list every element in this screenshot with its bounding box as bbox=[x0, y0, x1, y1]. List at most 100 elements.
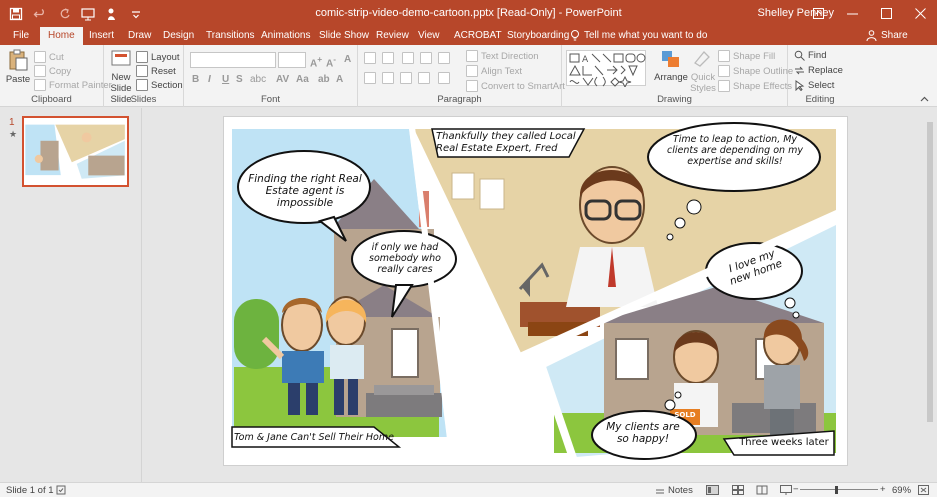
zoom-level[interactable]: 69% bbox=[892, 485, 911, 496]
lightbulb-icon bbox=[571, 30, 579, 41]
shape-effects-button[interactable]: Shape Effects bbox=[718, 80, 792, 92]
zoom-slider-track[interactable] bbox=[800, 489, 878, 490]
tab-slide-show[interactable]: Slide Show bbox=[319, 30, 369, 41]
tab-transitions[interactable]: Transitions bbox=[206, 30, 255, 41]
underline-button[interactable]: U bbox=[222, 74, 229, 85]
new-slide-label: New Slide bbox=[110, 72, 132, 94]
slide-sorter-button[interactable] bbox=[732, 485, 744, 495]
justify-button[interactable] bbox=[418, 72, 430, 84]
paragraph-group: Text Direction Align Text Convert to Sma… bbox=[358, 45, 565, 107]
line-spacing-button[interactable] bbox=[438, 52, 450, 64]
tab-review[interactable]: Review bbox=[376, 30, 409, 41]
fit-to-window-button[interactable] bbox=[918, 485, 929, 495]
align-center-button[interactable] bbox=[382, 72, 394, 84]
ribbon: Paste Cut Copy Format Painter Clipboard … bbox=[0, 45, 937, 107]
notes-button[interactable]: Notes bbox=[655, 485, 693, 496]
editing-group: Find Replace Select Editing bbox=[788, 45, 852, 107]
align-left-button[interactable] bbox=[364, 72, 376, 84]
tab-storyboarding[interactable]: Storyboarding bbox=[507, 30, 569, 41]
copy-icon bbox=[34, 65, 46, 77]
zoom-in-button[interactable]: + bbox=[880, 484, 886, 495]
reading-view-button[interactable] bbox=[756, 485, 768, 495]
scrollbar-thumb[interactable] bbox=[927, 122, 933, 422]
line-spacing-icon bbox=[438, 52, 450, 64]
share-button[interactable]: Share bbox=[866, 30, 908, 41]
numbering-button[interactable] bbox=[382, 52, 394, 64]
replace-button[interactable]: Replace bbox=[794, 65, 843, 76]
bullets-button[interactable] bbox=[364, 52, 376, 64]
maximize-icon bbox=[880, 8, 892, 19]
tell-me-search[interactable]: Tell me what you want to do bbox=[570, 30, 707, 41]
columns-button[interactable] bbox=[438, 72, 450, 84]
find-label: Find bbox=[808, 50, 827, 61]
slide-editing-area: Finding the right Real Estate agent is i… bbox=[143, 108, 937, 482]
tab-insert[interactable]: Insert bbox=[89, 30, 114, 41]
zoom-out-button[interactable]: − bbox=[793, 484, 799, 495]
font-name-box[interactable] bbox=[190, 52, 276, 68]
arrange-button[interactable]: Arrange bbox=[654, 49, 688, 83]
spellcheck-icon[interactable] bbox=[56, 485, 66, 495]
close-button[interactable] bbox=[903, 0, 937, 27]
find-button[interactable]: Find bbox=[794, 50, 826, 61]
align-text-button[interactable]: Align Text bbox=[466, 65, 522, 77]
status-bar: Slide 1 of 1 Notes − + 69% bbox=[0, 482, 937, 497]
shape-outline-button[interactable]: Shape Outline bbox=[718, 65, 793, 77]
decrease-indent-button[interactable] bbox=[402, 52, 414, 64]
cut-button[interactable]: Cut bbox=[34, 51, 64, 63]
normal-view-button[interactable] bbox=[706, 485, 719, 495]
reset-button[interactable]: Reset bbox=[136, 65, 176, 77]
tab-design[interactable]: Design bbox=[163, 30, 194, 41]
italic-button[interactable]: I bbox=[208, 74, 211, 85]
zoom-slider-knob[interactable] bbox=[835, 486, 838, 494]
text-shadow-button[interactable]: abc bbox=[250, 74, 266, 85]
shape-fill-button[interactable]: Shape Fill bbox=[718, 50, 775, 62]
svg-text:A: A bbox=[582, 55, 589, 65]
convert-smartart-button[interactable]: Convert to SmartArt bbox=[466, 80, 565, 92]
format-painter-button[interactable]: Format Painter bbox=[34, 79, 112, 91]
paragraph-group-label: Paragraph bbox=[437, 94, 482, 105]
bold-button[interactable]: B bbox=[192, 74, 199, 85]
strikethrough-button[interactable]: S bbox=[236, 74, 243, 85]
tab-acrobat[interactable]: ACROBAT bbox=[454, 30, 502, 41]
quick-styles-label-2: Styles bbox=[690, 83, 716, 94]
tab-draw[interactable]: Draw bbox=[128, 30, 151, 41]
minimize-button[interactable] bbox=[835, 0, 869, 27]
select-button[interactable]: Select bbox=[794, 80, 834, 91]
shapes-gallery[interactable]: A bbox=[566, 50, 646, 89]
slide-count: Slide 1 of 1 bbox=[6, 485, 54, 496]
search-icon bbox=[794, 50, 805, 61]
decrease-font-button[interactable]: A- bbox=[326, 54, 336, 69]
quick-styles-button[interactable]: Quick Styles bbox=[688, 49, 718, 94]
slide-canvas[interactable]: Finding the right Real Estate agent is i… bbox=[223, 116, 848, 466]
vertical-scrollbar[interactable] bbox=[925, 108, 935, 482]
normal-view-icon bbox=[706, 485, 719, 495]
slide-thumbnail-1[interactable] bbox=[22, 116, 129, 187]
tab-animations[interactable]: Animations bbox=[261, 30, 310, 41]
clear-formatting-button[interactable]: A bbox=[344, 54, 351, 65]
layout-button[interactable]: Layout bbox=[136, 51, 180, 63]
align-right-button[interactable] bbox=[400, 72, 412, 84]
highlight-button[interactable]: ab bbox=[318, 74, 330, 85]
maximize-button[interactable] bbox=[869, 0, 903, 27]
font-group: A+ A- A B I U S abc AV Aa ab A Font bbox=[184, 45, 358, 107]
font-color-button[interactable]: A bbox=[336, 74, 343, 85]
shapes-gallery-icons: A bbox=[569, 53, 646, 89]
clipboard-group-label: Clipboard bbox=[31, 94, 72, 105]
change-case-button[interactable]: Aa bbox=[296, 74, 309, 85]
increase-indent-button[interactable] bbox=[420, 52, 432, 64]
font-size-box[interactable] bbox=[278, 52, 306, 68]
paste-button[interactable]: Paste bbox=[5, 49, 31, 85]
collapse-ribbon-icon[interactable] bbox=[920, 95, 929, 104]
tab-view[interactable]: View bbox=[418, 30, 440, 41]
increase-font-button[interactable]: A+ bbox=[310, 54, 322, 69]
tab-home[interactable]: Home bbox=[40, 27, 83, 45]
text-direction-button[interactable]: Text Direction bbox=[466, 50, 539, 62]
section-button[interactable]: Section bbox=[136, 79, 183, 91]
layout-icon bbox=[136, 51, 148, 63]
slideshow-view-button[interactable] bbox=[780, 485, 792, 495]
tab-file[interactable]: File bbox=[13, 30, 29, 41]
title-bar: comic-strip-video-demo-cartoon.pptx [Rea… bbox=[0, 0, 937, 27]
char-spacing-button[interactable]: AV bbox=[276, 74, 289, 85]
ribbon-display-options-button[interactable] bbox=[801, 0, 835, 27]
copy-button[interactable]: Copy bbox=[34, 65, 71, 77]
